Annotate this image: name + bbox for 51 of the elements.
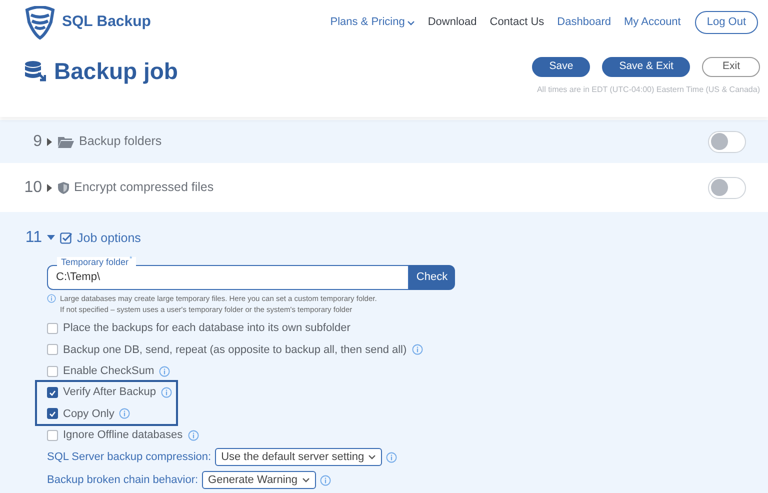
caret-icon[interactable] — [47, 235, 55, 241]
info-icon — [386, 452, 398, 463]
logo-icon — [24, 6, 56, 40]
section-title[interactable]: Job options — [77, 228, 141, 248]
option-label: Ignore Offline databases — [63, 428, 183, 443]
option-label: Place the backups for each database into its own subfolder — [63, 321, 350, 336]
logout-button[interactable]: Log Out — [694, 11, 758, 34]
action-button[interactable]: Save — [532, 57, 590, 77]
caret-icon[interactable] — [47, 184, 53, 192]
section-title[interactable]: Encrypt compressed files — [74, 178, 214, 197]
field-label: Temporary folder — [61, 257, 129, 268]
shield-icon — [58, 182, 69, 194]
option-label: Copy Only — [63, 406, 114, 422]
select-label: SQL Server backup compression: — [47, 450, 212, 466]
checkbox[interactable] — [47, 366, 58, 377]
folder-icon — [58, 136, 74, 148]
nav-link[interactable]: Download — [428, 14, 477, 31]
option-label: Backup one DB, send, repeat (as opposite to backup all, then send all) — [63, 342, 407, 358]
caret-icon[interactable] — [47, 138, 53, 146]
checkbox[interactable] — [47, 323, 58, 334]
section-number: 9 — [32, 132, 42, 152]
checkbox[interactable] — [47, 344, 58, 356]
option-label: Enable CheckSum — [63, 364, 154, 379]
nav-link[interactable]: Contact Us — [490, 14, 544, 31]
info-icon — [320, 474, 331, 486]
checkbox-icon — [60, 232, 72, 244]
timezone-note: All times are in EDT (UTC-04:00) Eastern Time (US & Canada) — [536, 84, 760, 96]
action-button[interactable]: Save & Exit — [602, 57, 690, 77]
option-label: Verify After Backup — [63, 385, 156, 400]
info-icon — [47, 294, 56, 303]
brand-name: SQL Backup — [62, 12, 151, 32]
action-button[interactable]: Exit — [702, 57, 760, 77]
nav-link[interactable]: Plans & Pricing — [330, 14, 415, 31]
page-title: Backup job — [54, 57, 178, 85]
database-icon — [24, 60, 46, 82]
section-number: 11 — [24, 228, 42, 248]
chevron-icon — [302, 477, 310, 484]
select-label: Backup broken chain behavior: — [47, 473, 198, 488]
section-number: 10 — [24, 178, 42, 198]
toggle-switch[interactable] — [708, 176, 746, 198]
checkbox[interactable] — [47, 430, 58, 441]
chevron-icon — [368, 454, 376, 460]
toggle-switch[interactable] — [708, 130, 746, 152]
dropdown-select[interactable]: Generate Warning — [202, 471, 316, 490]
dropdown-select[interactable]: Use the default server setting — [215, 448, 382, 466]
checkbox[interactable] — [47, 408, 58, 420]
checkbox[interactable] — [47, 387, 58, 398]
section-title[interactable]: Backup folders — [79, 132, 162, 151]
nav-link[interactable]: Dashboard — [557, 14, 611, 31]
nav-link[interactable]: My Account — [624, 14, 681, 31]
check-button[interactable]: Check — [409, 265, 455, 290]
